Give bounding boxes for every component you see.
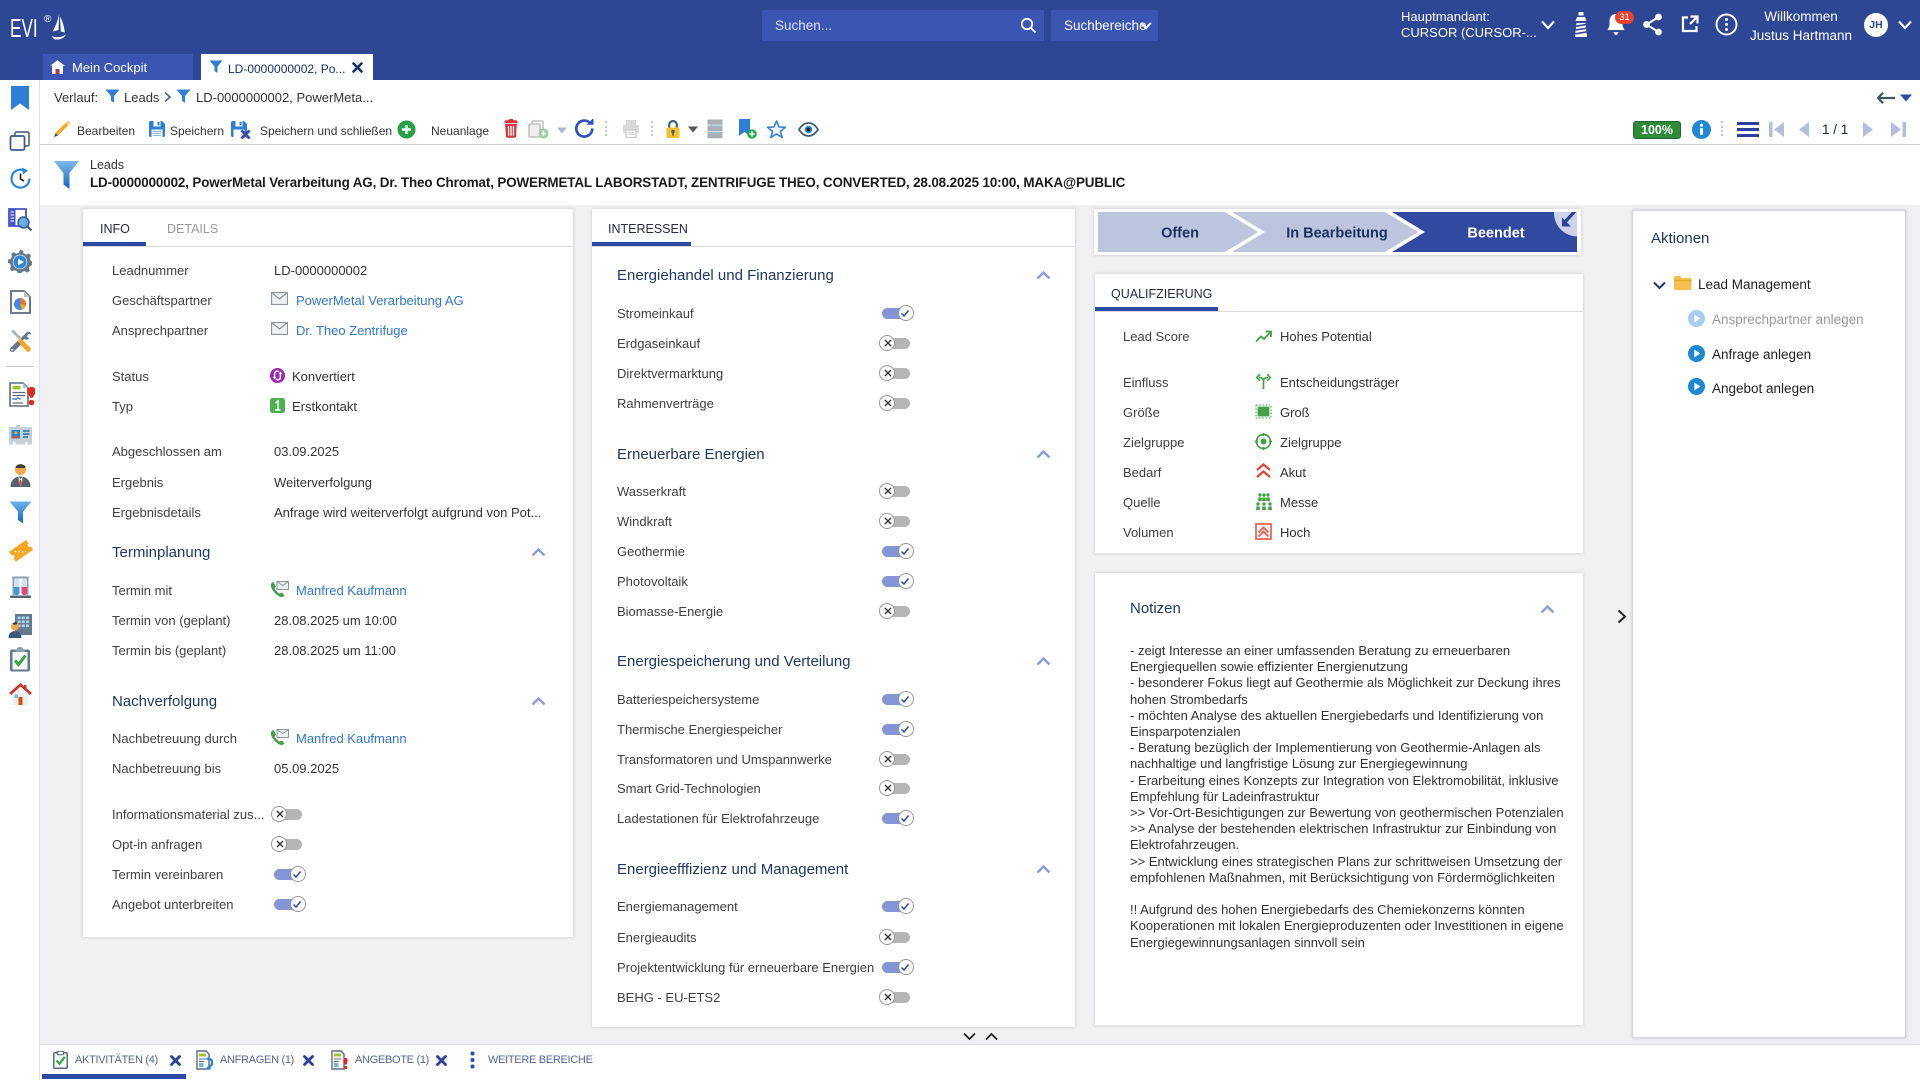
svg-text:Offen: Offen bbox=[1161, 226, 1199, 242]
svg-text:In Bearbeitung: In Bearbeitung bbox=[1286, 226, 1388, 242]
svg-text:Beendet: Beendet bbox=[1467, 226, 1524, 242]
